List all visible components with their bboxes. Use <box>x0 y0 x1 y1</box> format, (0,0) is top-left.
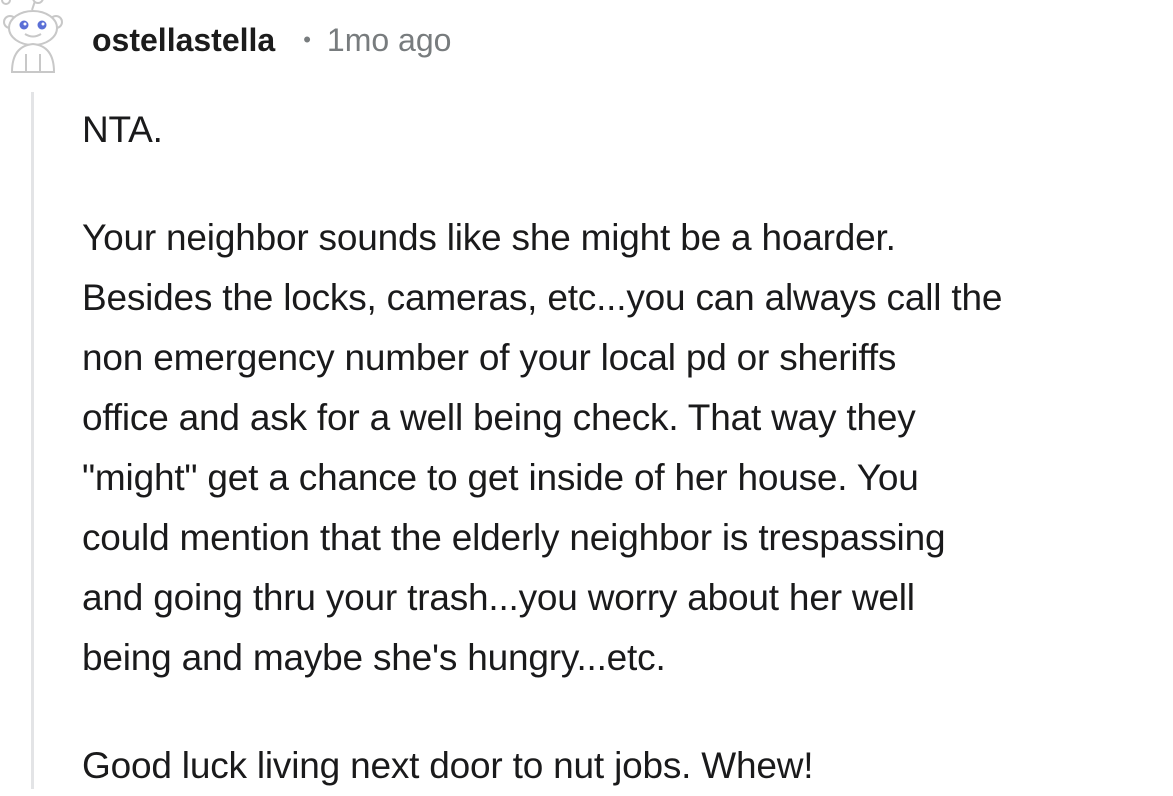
comment-paragraph: Your neighbor sounds like she might be a… <box>82 217 1003 678</box>
comment-body: NTA. Your neighbor sounds like she might… <box>82 100 1172 796</box>
timestamp[interactable]: 1mo ago <box>327 22 452 59</box>
meta-separator: • <box>303 27 311 52</box>
reddit-snoo-avatar-icon <box>1 0 63 73</box>
avatar[interactable] <box>0 0 68 74</box>
comment-paragraph: Good luck living next door to nut jobs. … <box>82 745 814 786</box>
comment-paragraph: NTA. <box>82 109 163 150</box>
username-link[interactable]: ostellastella <box>92 22 275 59</box>
comment-header: ostellastella • 1mo ago <box>92 18 451 62</box>
thread-collapse-line[interactable] <box>31 92 34 789</box>
